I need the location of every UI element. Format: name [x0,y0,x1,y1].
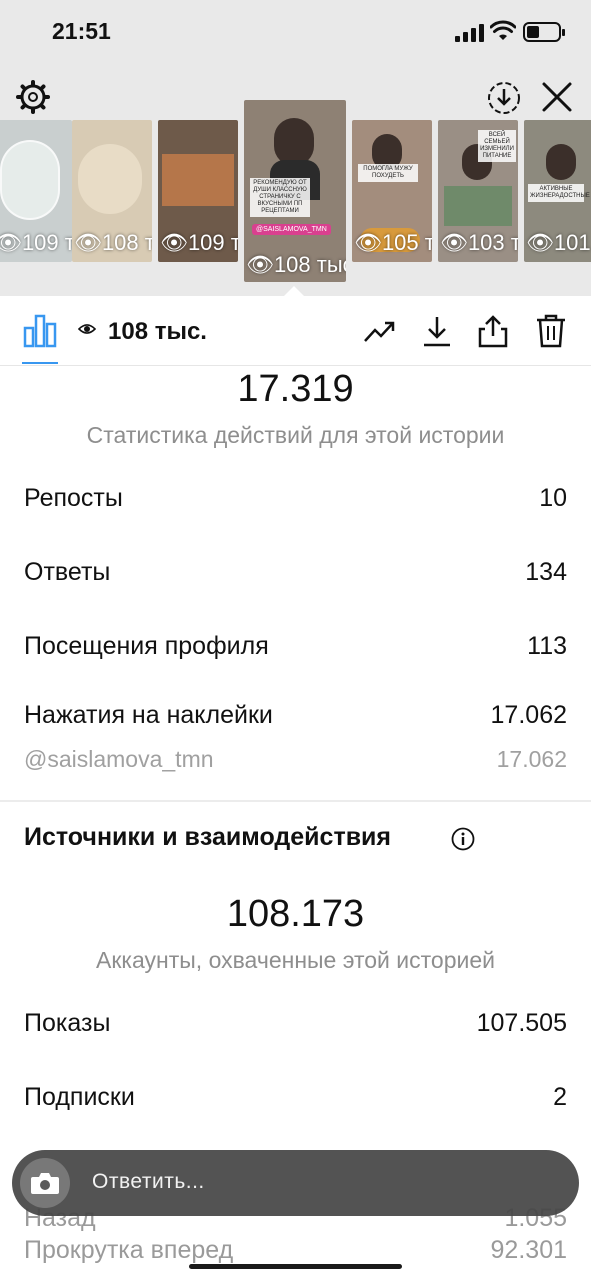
wifi-icon [490,20,516,40]
stat-row-reposts: Репосты 10 [24,484,567,524]
delete-trash-icon[interactable] [534,314,568,348]
promote-trend-icon[interactable] [362,314,396,348]
story-thumbnail[interactable]: 👁109 тыс. [0,120,72,262]
thumbnail-caption: РЕКОМЕНДУЮ ОТ ДУШИ КЛАССНУЮ СТРАНИЧКУ С … [250,178,310,217]
camera-button[interactable] [20,1158,70,1208]
thumbnail-caption: ВСЕЙ СЕМЬЕЙ ИЗМЕНИЛИ ПИТАНИЕ [478,130,516,162]
reply-bar[interactable]: Ответить... [12,1150,579,1216]
stat-row-follows: Подписки 2 [24,1083,567,1123]
stat-value: 10 [539,484,567,512]
story-thumbnail-strip[interactable]: 👁109 тыс. 👁108 тыс. 👁109 тыс. РЕКОМЕНДУЮ… [0,100,591,282]
stat-label: Ответы [24,558,111,586]
stat-value: 107.505 [476,1009,567,1037]
sticker-mention-label: @saislamova_tmn [24,746,214,772]
stat-label: Прокрутка вперед [24,1236,234,1264]
stat-label: Показы [24,1009,111,1037]
stat-value: 134 [525,558,567,586]
thumbnail-views: 👁108 тыс. [246,252,346,277]
story-thumbnail[interactable]: ПОМОГЛА МУЖУ ПОХУДЕТЬ 👁105 тыс. [352,120,432,262]
thumbnail-mention-tag: @SAISLAMOVA_TMN [252,224,331,235]
story-thumbnail[interactable]: ВСЕЙ СЕМЬЕЙ ИЗМЕНИЛИ ПИТАНИЕ 👁103 тыс. [438,120,518,262]
reply-input-placeholder[interactable]: Ответить... [92,1170,205,1194]
story-thumbnail-selected[interactable]: РЕКОМЕНДУЮ ОТ ДУШИ КЛАССНУЮ СТРАНИЧКУ С … [244,100,346,282]
save-story-icon[interactable] [486,80,522,116]
story-header: 21:51 👁109 ты [0,0,591,298]
discovery-section-title: Источники и взаимодействия [24,823,392,851]
thumbnail-views: 👁101 тыс. [526,230,591,255]
story-thumbnail[interactable]: 👁109 тыс. [158,120,238,262]
insights-toolbar: 108 тыс. [0,296,591,366]
reach-total: 108.173 [226,893,365,935]
reach-caption: Аккаунты, охваченные этой историей [96,947,495,973]
stat-value: 17.062 [490,701,567,729]
actions-caption: Статистика действий для этой истории [86,422,505,448]
status-time: 21:51 [52,18,111,44]
actions-total: 17.319 [237,368,354,410]
info-icon[interactable] [451,827,475,851]
story-views-count: 108 тыс. [108,318,207,345]
stat-row-sticker-mention[interactable]: @saislamova_tmn 17.062 [24,746,567,786]
share-icon[interactable] [476,314,510,348]
sticker-mention-value: 17.062 [496,746,567,772]
stat-label: Репосты [24,484,123,512]
stat-row-profile-visits: Посещения профиля 113 [24,632,567,672]
story-thumbnail[interactable]: 👁108 тыс. [72,120,152,262]
close-icon[interactable] [540,80,574,114]
section-divider [0,800,591,802]
thumbnail-views: 👁108 тыс. [74,230,152,255]
home-indicator[interactable] [189,1264,402,1269]
active-tab-indicator [22,362,58,364]
stat-row-forward-taps: Прокрутка вперед 92.301 [24,1236,567,1276]
stat-row-sticker-taps: Нажатия на наклейки 17.062 [24,701,567,741]
eye-icon [78,324,96,334]
insights-bar-chart-icon[interactable] [22,312,58,348]
cellular-signal-icon [455,24,485,42]
battery-icon [523,22,565,42]
camera-icon [31,1173,59,1194]
thumbnail-views: 👁109 тыс. [160,230,238,255]
thumbnail-views: 👁105 тыс. [354,230,432,255]
stat-label: Подписки [24,1083,135,1111]
status-bar: 21:51 [0,0,591,66]
stat-value: 113 [527,632,567,660]
thumbnail-caption: АКТИВНЫЕ ЖИЗНЕРАДОСТНЫЕ [528,184,590,202]
stat-label: Посещения профиля [24,632,269,660]
thumbnail-views: 👁109 тыс. [0,230,72,255]
stat-row-impressions: Показы 107.505 [24,1009,567,1049]
stat-value: 2 [553,1083,567,1111]
settings-gear-icon[interactable] [16,80,50,114]
thumbnail-views: 👁103 тыс. [440,230,518,255]
stat-label: Нажатия на наклейки [24,701,273,729]
download-icon[interactable] [420,314,454,348]
stat-value: 92.301 [490,1236,567,1264]
story-thumbnail[interactable]: АКТИВНЫЕ ЖИЗНЕРАДОСТНЫЕ 👁101 тыс. [524,120,591,262]
thumbnail-caption: ПОМОГЛА МУЖУ ПОХУДЕТЬ [358,164,418,182]
stat-row-replies: Ответы 134 [24,558,567,598]
